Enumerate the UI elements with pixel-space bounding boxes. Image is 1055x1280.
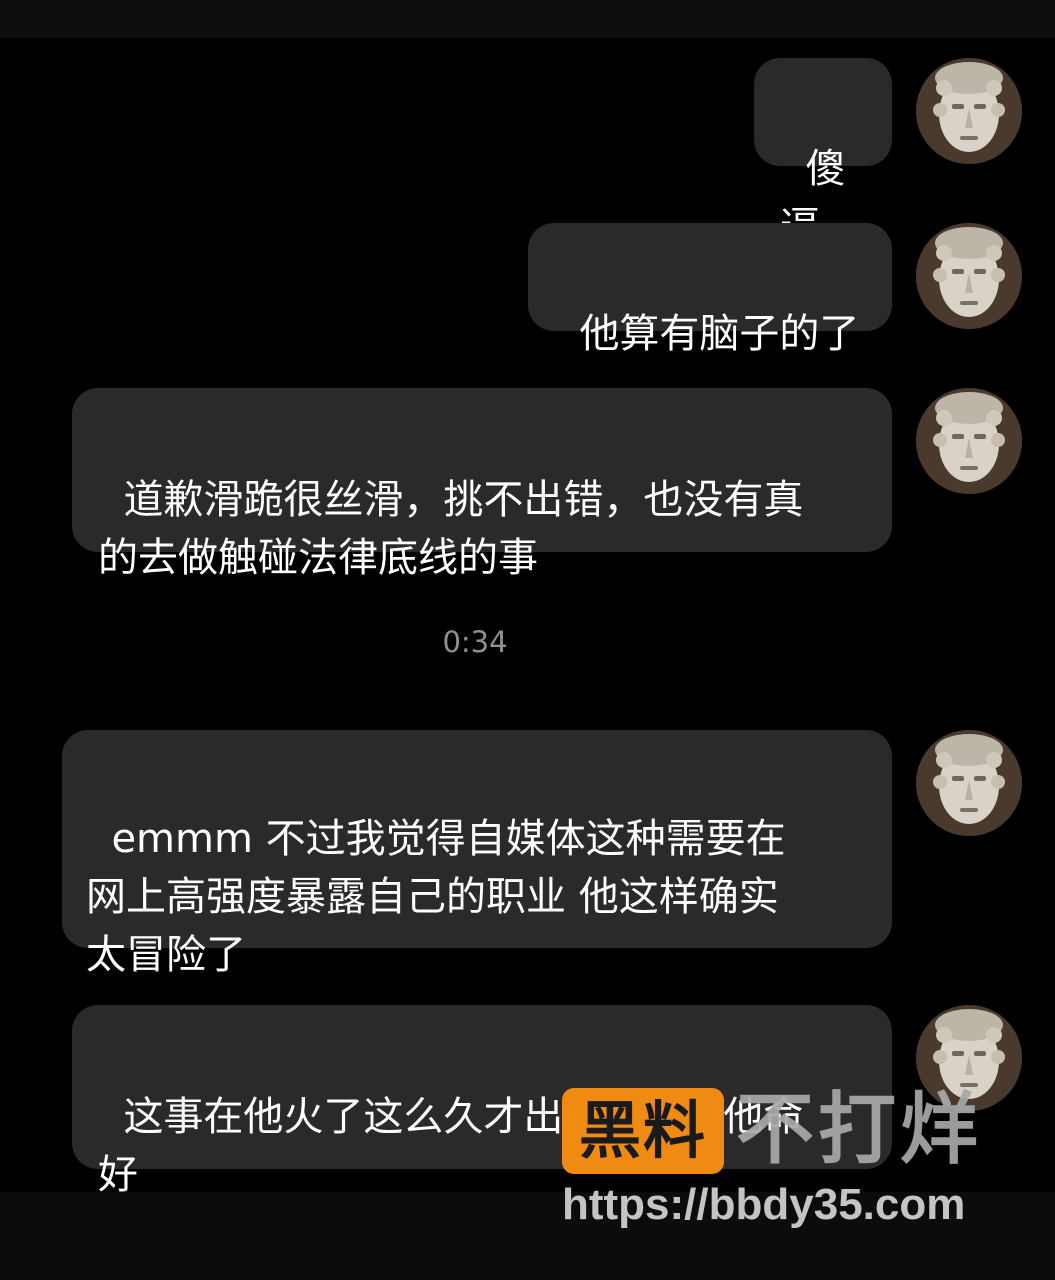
message-timestamp: 0:34: [442, 625, 508, 659]
statue-head-icon: [916, 730, 1022, 836]
statue-head-icon: [916, 223, 1022, 329]
statue-head-icon: [916, 58, 1022, 164]
watermark-badge: 黑料: [562, 1088, 724, 1174]
status-bar: [0, 0, 1055, 38]
statue-head-icon: [916, 388, 1022, 494]
message-bubble[interactable]: 他算有脑子的了: [528, 223, 892, 357]
message-bubble[interactable]: 道歉滑跪很丝滑，挑不出错，也没有真 的去做触碰法律底线的事: [72, 388, 892, 581]
avatar[interactable]: [916, 58, 1022, 164]
message-text: 道歉滑跪很丝滑，挑不出错，也没有真 的去做触碰法律底线的事: [98, 477, 804, 581]
avatar[interactable]: [916, 223, 1022, 329]
watermark-text: 不打烊: [736, 1085, 983, 1175]
message-text: emmm 不过我觉得自媒体这种需要在 网上高强度暴露自己的职业 他这样确实 太冒…: [86, 816, 786, 978]
message-bubble[interactable]: 傻逼: [754, 58, 892, 250]
avatar[interactable]: [916, 730, 1022, 836]
watermark-url: https://bbdy35.com: [562, 1180, 966, 1229]
message-bubble[interactable]: emmm 不过我觉得自媒体这种需要在 网上高强度暴露自己的职业 他这样确实 太冒…: [62, 730, 892, 978]
avatar[interactable]: [916, 388, 1022, 494]
message-text: 他算有脑子的了: [579, 311, 860, 357]
